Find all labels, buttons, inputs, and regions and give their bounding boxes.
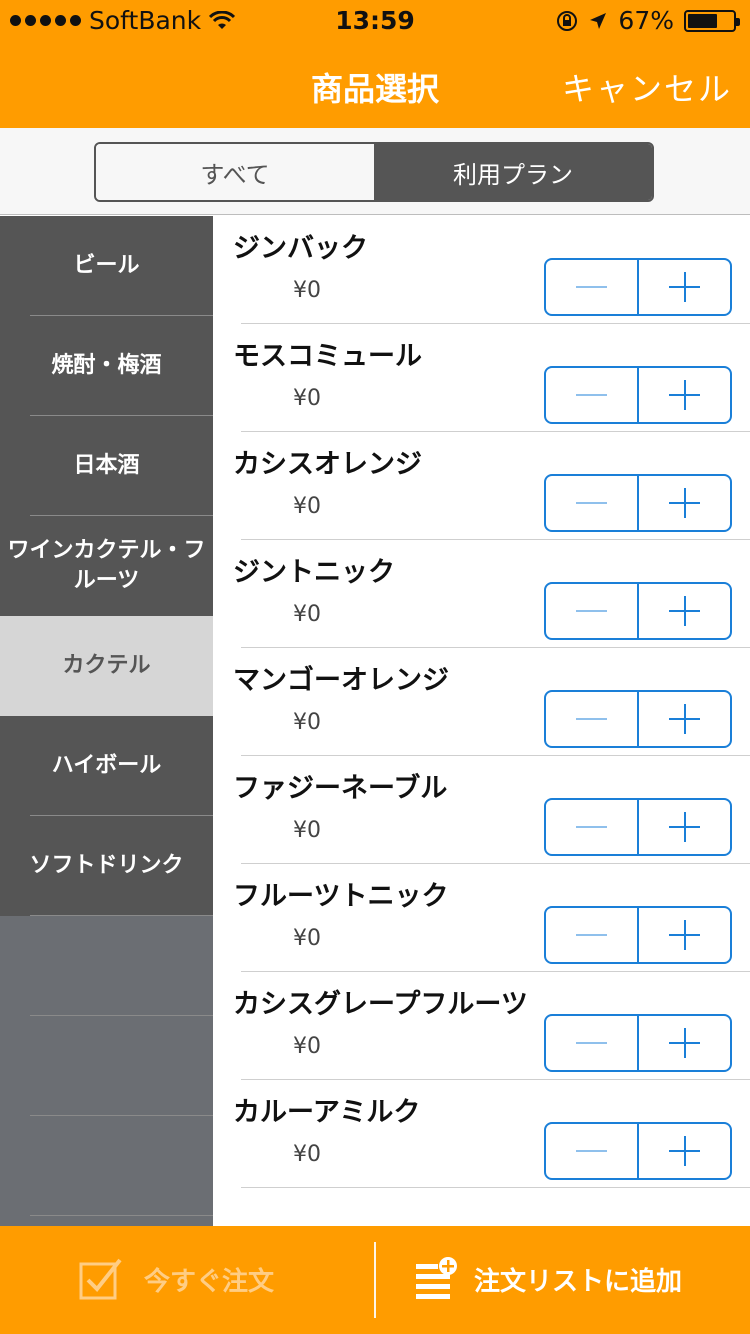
list-item: フルーツトニック ¥0 — [213, 864, 750, 972]
item-price: ¥0 — [293, 1034, 321, 1059]
checkbox-icon — [79, 1258, 122, 1300]
category-highball[interactable]: ハイボール — [0, 716, 213, 816]
quantity-stepper — [544, 1014, 732, 1072]
item-list: ジンバック ¥0 モスコミュール ¥0 カシスオレンジ ¥0 ジントニック ¥0 — [213, 216, 750, 1226]
quantity-stepper — [544, 690, 732, 748]
decrement-button[interactable] — [546, 584, 639, 638]
item-name: ジンバック — [233, 233, 368, 264]
navigation-bar: 商品選択 キャンセル — [0, 40, 750, 128]
decrement-button[interactable] — [546, 692, 639, 746]
decrement-button[interactable] — [546, 908, 639, 962]
increment-button[interactable] — [639, 800, 730, 854]
decrement-button[interactable] — [546, 476, 639, 530]
add-to-order-list-button[interactable]: 注文リストに追加 — [416, 1256, 682, 1302]
item-price: ¥0 — [293, 602, 321, 627]
cancel-button[interactable]: キャンセル — [562, 64, 732, 110]
add-list-icon — [416, 1257, 457, 1299]
quantity-stepper — [544, 582, 732, 640]
list-item: マンゴーオレンジ ¥0 — [213, 648, 750, 756]
item-name: カシスオレンジ — [233, 449, 422, 480]
status-bar: SoftBank 13:59 67% — [0, 0, 750, 40]
list-item: ジンバック ¥0 — [213, 216, 750, 324]
item-name: カシスグレープフルーツ — [233, 989, 528, 1020]
category-beer[interactable]: ビール — [0, 216, 213, 316]
decrement-button[interactable] — [546, 260, 639, 314]
list-item: ファジーネーブル ¥0 — [213, 756, 750, 864]
decrement-button[interactable] — [546, 800, 639, 854]
increment-button[interactable] — [639, 1124, 730, 1178]
battery-percent: 67% — [618, 6, 674, 35]
decrement-button[interactable] — [546, 1016, 639, 1070]
order-now-button[interactable]: 今すぐ注文 — [78, 1256, 274, 1302]
item-price: ¥0 — [293, 386, 321, 411]
decrement-button[interactable] — [546, 1124, 639, 1178]
item-price: ¥0 — [293, 926, 321, 951]
quantity-stepper — [544, 474, 732, 532]
quantity-stepper — [544, 798, 732, 856]
location-icon — [590, 12, 607, 29]
status-right: 67% — [556, 6, 740, 35]
category-sidebar: ビール 焼酎・梅酒 日本酒 ワインカクテル・フルーツ カクテル ハイボール ソフ… — [0, 216, 213, 1226]
plan-filter-segmented-control: すべて 利用プラン — [94, 142, 654, 202]
item-price: ¥0 — [293, 818, 321, 843]
battery-icon — [684, 9, 740, 32]
increment-button[interactable] — [639, 260, 730, 314]
item-name: ジントニック — [233, 557, 395, 588]
item-price: ¥0 — [293, 710, 321, 735]
item-name: ファジーネーブル — [233, 773, 448, 804]
category-wine-cocktail-fruit[interactable]: ワインカクテル・フルーツ — [0, 516, 213, 616]
quantity-stepper — [544, 906, 732, 964]
quantity-stepper — [544, 1122, 732, 1180]
category-shochu-umeshu[interactable]: 焼酎・梅酒 — [0, 316, 213, 416]
rotation-lock-icon — [557, 10, 578, 31]
increment-button[interactable] — [639, 1016, 730, 1070]
item-name: フルーツトニック — [233, 881, 449, 912]
segment-bar: すべて 利用プラン — [0, 128, 750, 215]
segment-all[interactable]: すべて — [96, 144, 374, 200]
increment-button[interactable] — [639, 584, 730, 638]
list-item: カシスオレンジ ¥0 — [213, 432, 750, 540]
list-item: ジントニック ¥0 — [213, 540, 750, 648]
item-name: カルーアミルク — [233, 1097, 421, 1128]
quantity-stepper — [544, 366, 732, 424]
item-price: ¥0 — [293, 278, 321, 303]
increment-button[interactable] — [639, 368, 730, 422]
category-soft-drink[interactable]: ソフトドリンク — [0, 816, 213, 916]
item-price: ¥0 — [293, 494, 321, 519]
category-sake[interactable]: 日本酒 — [0, 416, 213, 516]
segment-plan[interactable]: 利用プラン — [374, 144, 652, 200]
toolbar-divider — [374, 1242, 376, 1318]
list-item: カシスグレープフルーツ ¥0 — [213, 972, 750, 1080]
category-cocktail[interactable]: カクテル — [0, 616, 213, 716]
bottom-toolbar: 今すぐ注文 注文リストに追加 — [0, 1226, 750, 1334]
decrement-button[interactable] — [546, 368, 639, 422]
add-to-order-list-label: 注文リストに追加 — [474, 1266, 683, 1297]
order-now-label: 今すぐ注文 — [144, 1266, 275, 1297]
quantity-stepper — [544, 258, 732, 316]
list-item: カルーアミルク ¥0 — [213, 1080, 750, 1188]
increment-button[interactable] — [639, 476, 730, 530]
increment-button[interactable] — [639, 908, 730, 962]
increment-button[interactable] — [639, 692, 730, 746]
list-item: モスコミュール ¥0 — [213, 324, 750, 432]
item-name: マンゴーオレンジ — [233, 665, 449, 696]
item-name: モスコミュール — [233, 341, 422, 372]
item-price: ¥0 — [293, 1142, 321, 1167]
